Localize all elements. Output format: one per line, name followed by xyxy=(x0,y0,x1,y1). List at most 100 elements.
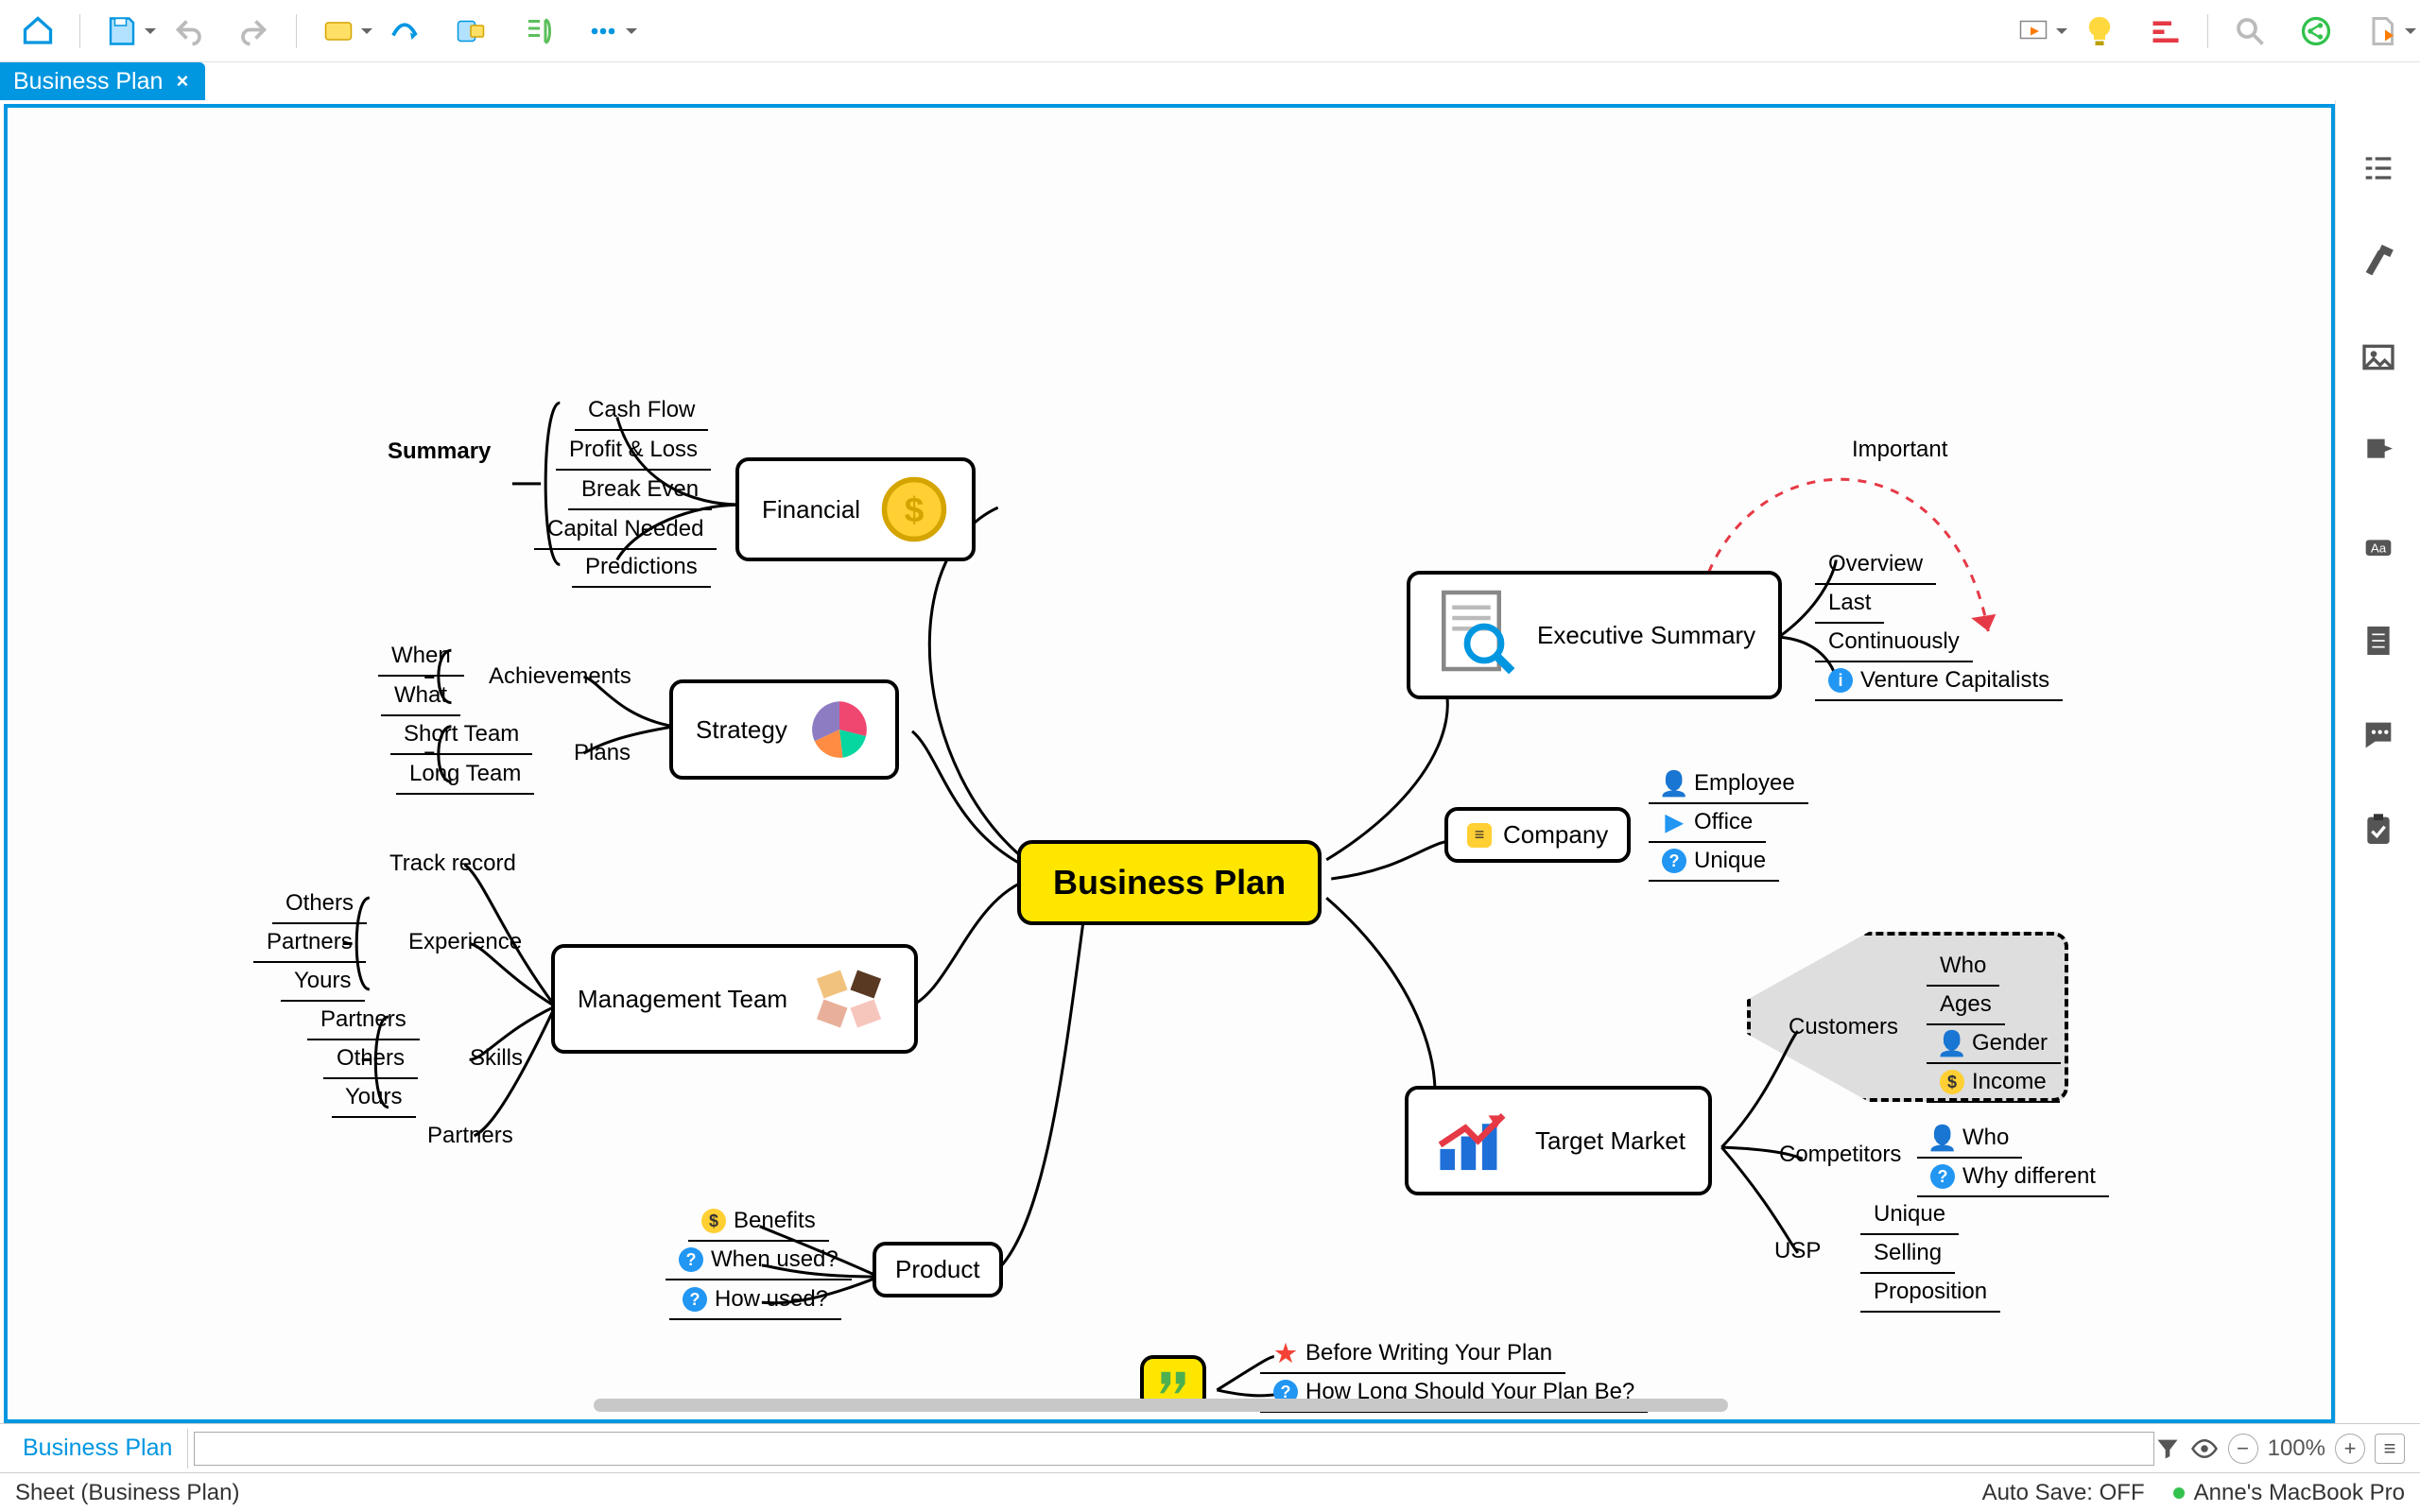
leaf-income[interactable]: $Income xyxy=(1927,1065,2060,1103)
workspace: Business Plan Financial $ Summary Cash F… xyxy=(0,100,2420,1423)
leaf-before-writing[interactable]: ★Before Writing Your Plan xyxy=(1260,1336,1565,1374)
leaf-gender[interactable]: 👤Gender xyxy=(1927,1026,2061,1064)
leaf-what[interactable]: What xyxy=(381,679,460,716)
piechart-icon xyxy=(806,696,873,763)
leaf-predictions[interactable]: Predictions xyxy=(572,550,711,588)
zoom-in-button[interactable]: + xyxy=(2335,1434,2365,1464)
card-icon: ≡ xyxy=(1467,823,1492,848)
node-financial[interactable]: Financial $ xyxy=(735,457,976,561)
more-icon[interactable] xyxy=(584,12,622,50)
redo-icon[interactable] xyxy=(235,12,273,50)
leaf-how-used[interactable]: ?How used? xyxy=(669,1282,841,1320)
close-tab-icon[interactable]: × xyxy=(176,69,188,94)
side-panel: Aa xyxy=(2335,100,2420,1423)
leaf-ages[interactable]: Ages xyxy=(1927,988,2005,1025)
export-icon[interactable] xyxy=(2363,12,2401,50)
presentation-icon[interactable] xyxy=(2014,12,2052,50)
relationship-icon[interactable] xyxy=(386,12,424,50)
comments-icon[interactable] xyxy=(2358,714,2399,756)
zoom-controls: − 100% + ≡ xyxy=(2154,1434,2412,1464)
filter-icon[interactable] xyxy=(2154,1435,2181,1462)
share-icon[interactable] xyxy=(2297,12,2335,50)
sheet-tab[interactable]: Business Plan xyxy=(8,1429,188,1469)
canvas[interactable]: Business Plan Financial $ Summary Cash F… xyxy=(4,104,2335,1423)
zoom-out-button[interactable]: − xyxy=(2228,1434,2258,1464)
new-topic-icon[interactable] xyxy=(320,12,357,50)
image-icon[interactable] xyxy=(2358,336,2399,378)
node-product[interactable]: Product xyxy=(873,1242,1003,1297)
boundary-icon[interactable] xyxy=(452,12,490,50)
notes-icon[interactable] xyxy=(2358,620,2399,662)
leaf-profit-loss[interactable]: Profit & Loss xyxy=(556,433,711,471)
text-icon[interactable]: Aa xyxy=(2358,525,2399,567)
leaf-cash-flow[interactable]: Cash Flow xyxy=(575,393,708,431)
sheet-name-input[interactable] xyxy=(194,1432,2153,1466)
node-management[interactable]: Management Team xyxy=(551,944,918,1054)
leaf-sk-yours[interactable]: Yours xyxy=(332,1080,416,1118)
leaf-long-team[interactable]: Long Team xyxy=(396,757,534,795)
node-strategy[interactable]: Strategy xyxy=(669,679,899,780)
leaf-last[interactable]: Last xyxy=(1815,586,1884,624)
leaf-when-used[interactable]: ?When used? xyxy=(666,1243,852,1280)
document-tab-label: Business Plan xyxy=(13,68,163,95)
leaf-capital-needed[interactable]: Capital Needed xyxy=(534,512,717,550)
money-icon: $ xyxy=(1940,1070,1964,1094)
leaf-who[interactable]: Who xyxy=(1927,949,1999,987)
leaf-exp-yours[interactable]: Yours xyxy=(281,964,365,1002)
outline-icon[interactable] xyxy=(2358,147,2399,189)
summary-icon[interactable] xyxy=(518,12,556,50)
horizontal-scrollbar[interactable] xyxy=(594,1399,1728,1412)
leaf-mgmt-partners[interactable]: Partners xyxy=(414,1119,527,1155)
node-target-market[interactable]: Target Market xyxy=(1405,1086,1712,1195)
leaf-usp-selling[interactable]: Selling xyxy=(1860,1236,1955,1274)
group-achievements[interactable]: Achievements xyxy=(475,660,645,696)
gantt-icon[interactable] xyxy=(2147,12,2185,50)
save-icon[interactable] xyxy=(103,12,141,50)
leaf-exp-partners[interactable]: Partners xyxy=(253,925,366,963)
info-icon: i xyxy=(1828,668,1853,693)
central-topic[interactable]: Business Plan xyxy=(1017,840,1322,925)
leaf-comp-who[interactable]: 👤Who xyxy=(1917,1121,2022,1159)
node-company[interactable]: ≡ Company xyxy=(1444,807,1631,863)
hands-icon xyxy=(806,961,891,1037)
task-icon[interactable] xyxy=(2358,809,2399,850)
group-experience[interactable]: Experience xyxy=(395,925,535,961)
money-icon: $ xyxy=(701,1209,726,1233)
undo-icon[interactable] xyxy=(169,12,207,50)
leaf-why-diff[interactable]: ?Why different xyxy=(1917,1160,2109,1197)
leaf-usp-proposition[interactable]: Proposition xyxy=(1860,1275,2000,1313)
leaf-sk-partners[interactable]: Partners xyxy=(307,1003,420,1040)
marker-icon[interactable] xyxy=(2358,431,2399,472)
group-customers[interactable]: Customers xyxy=(1775,1010,1911,1046)
group-skills[interactable]: Skills xyxy=(457,1041,536,1077)
leaf-usp-unique[interactable]: Unique xyxy=(1860,1197,1959,1235)
brainstorm-icon[interactable] xyxy=(2081,12,2118,50)
leaf-when[interactable]: When xyxy=(378,639,464,677)
leaf-unique[interactable]: ?Unique xyxy=(1649,844,1779,882)
group-competitors[interactable]: Competitors xyxy=(1766,1138,1914,1174)
leaf-short-team[interactable]: Short Team xyxy=(390,717,532,755)
search-icon[interactable] xyxy=(2231,12,2269,50)
leaf-continuously[interactable]: Continuously xyxy=(1815,625,1973,662)
leaf-vc[interactable]: iVenture Capitalists xyxy=(1815,663,2063,701)
leaf-overview[interactable]: Overview xyxy=(1815,547,1936,585)
group-plans[interactable]: Plans xyxy=(561,736,644,772)
group-usp[interactable]: USP xyxy=(1761,1234,1834,1270)
leaf-break-even[interactable]: Break Even xyxy=(568,472,712,510)
summary-label[interactable]: Summary xyxy=(374,435,504,471)
leaf-office[interactable]: ▶Office xyxy=(1649,805,1766,843)
visibility-icon[interactable] xyxy=(2190,1435,2219,1463)
document-tab[interactable]: Business Plan × xyxy=(0,62,205,100)
format-icon[interactable] xyxy=(2358,242,2399,284)
question-icon: ? xyxy=(1662,849,1686,873)
zoom-fit-button[interactable]: ≡ xyxy=(2375,1434,2405,1464)
node-exec-summary-label: Executive Summary xyxy=(1537,621,1755,650)
node-product-label: Product xyxy=(895,1255,980,1284)
leaf-exp-others[interactable]: Others xyxy=(272,886,367,924)
node-exec-summary[interactable]: Executive Summary xyxy=(1407,571,1782,699)
group-track-record[interactable]: Track record xyxy=(376,847,529,883)
home-icon[interactable] xyxy=(19,12,57,50)
leaf-sk-others[interactable]: Others xyxy=(323,1041,418,1079)
leaf-employee[interactable]: 👤Employee xyxy=(1649,766,1808,804)
leaf-benefits[interactable]: $Benefits xyxy=(688,1204,829,1242)
